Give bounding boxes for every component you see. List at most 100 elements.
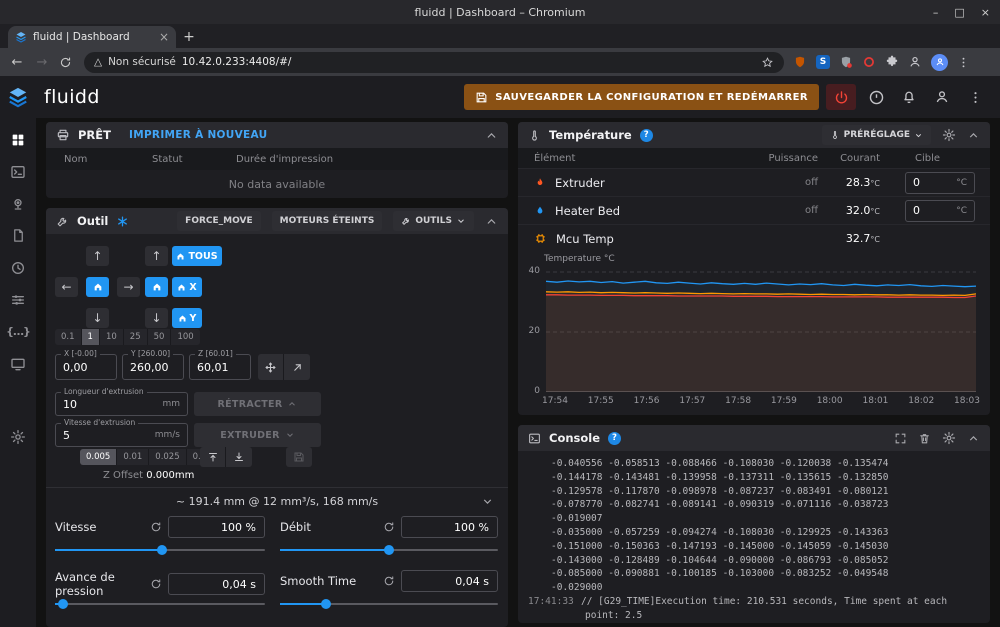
speed-slider[interactable]	[55, 549, 265, 551]
reset-icon[interactable]	[150, 521, 162, 533]
fluidd-logo[interactable]	[0, 86, 36, 108]
z-step-button[interactable]: 0.005	[80, 449, 117, 465]
gear-icon[interactable]	[942, 128, 956, 142]
position-x-input[interactable]: X [-0.00]0,00	[55, 354, 117, 380]
collapse-icon[interactable]	[967, 432, 980, 445]
jog-z-minus-button[interactable]: ↓	[145, 308, 168, 328]
fullscreen-icon[interactable]	[894, 432, 907, 445]
diagonal-move-icon[interactable]	[284, 354, 310, 380]
back-icon[interactable]: ←	[9, 55, 25, 70]
jog-distance-button[interactable]: 0.1	[55, 329, 82, 345]
extension-s-icon[interactable]: S	[816, 55, 830, 69]
address-bar[interactable]: △ Non sécurisé 10.42.0.233:4408/#/	[84, 52, 784, 73]
retract-button[interactable]: RÉTRACTER	[194, 392, 321, 416]
jog-y-minus-button[interactable]: ↓	[86, 308, 109, 328]
motors-off-button[interactable]: MOTEURS ÉTEINTS	[272, 211, 383, 231]
extrude-button[interactable]: EXTRUDER	[194, 423, 321, 447]
speed-value[interactable]: 100 %	[168, 516, 265, 538]
extrude-speed-input[interactable]: Vitesse d'extrusion 5 mm/s	[55, 423, 188, 447]
app-menu-icon[interactable]	[962, 84, 988, 110]
force-move-button[interactable]: FORCE_MOVE	[177, 211, 260, 231]
sidebar-item-tune[interactable]	[10, 291, 26, 308]
sidebar-item-camera[interactable]	[10, 195, 26, 212]
reset-icon[interactable]	[150, 578, 162, 590]
sidebar-item-system[interactable]	[10, 355, 26, 372]
jog-y-plus-button[interactable]: ↑	[86, 246, 109, 266]
console-output[interactable]: -0.040556 -0.058513 -0.088466 -0.108030 …	[518, 451, 990, 623]
position-y-input[interactable]: Y [260.00]260,00	[122, 354, 184, 380]
notifications-bell-icon[interactable]	[896, 84, 922, 110]
tools-dropdown-button[interactable]: OUTILS	[393, 211, 474, 231]
filament-estimate[interactable]: ~ 191.4 mm @ 12 mm³/s, 168 mm/s	[46, 488, 508, 514]
profile-icon[interactable]	[908, 55, 922, 69]
jog-distance-button[interactable]: 10	[100, 329, 124, 345]
host-power-icon[interactable]	[863, 84, 889, 110]
reset-icon[interactable]	[383, 521, 395, 533]
position-z-input[interactable]: Z [60.01]60,01	[189, 354, 251, 380]
z-step-button[interactable]: 0.025	[149, 449, 186, 465]
sidebar-item-settings[interactable]	[10, 428, 26, 445]
home-z-button[interactable]	[145, 277, 168, 297]
trash-icon[interactable]	[918, 432, 931, 445]
home-x-button[interactable]: X	[172, 277, 202, 297]
home-xy-button[interactable]	[86, 277, 109, 297]
slider-thumb[interactable]	[384, 545, 394, 555]
extrude-length-input[interactable]: Longueur d'extrusion 10 mm	[55, 392, 188, 416]
help-icon[interactable]: ?	[640, 129, 653, 142]
z-step-button[interactable]: 0.01	[117, 449, 149, 465]
slider-thumb[interactable]	[157, 545, 167, 555]
jog-distance-button[interactable]: 25	[124, 329, 148, 345]
home-y-button[interactable]: Y	[172, 308, 202, 328]
smooth-time-slider[interactable]	[280, 603, 498, 605]
sidebar-item-history[interactable]	[10, 259, 26, 276]
reprint-button[interactable]: IMPRIMER À NOUVEAU	[129, 129, 267, 141]
avatar[interactable]	[931, 54, 948, 71]
collapse-icon[interactable]	[485, 129, 498, 142]
forward-icon[interactable]: →	[34, 55, 50, 70]
save-config-restart-button[interactable]: SAUVEGARDER LA CONFIGURATION ET REDÉMARR…	[464, 84, 819, 110]
jog-x-plus-button[interactable]: →	[117, 277, 140, 297]
flow-value[interactable]: 100 %	[401, 516, 498, 538]
collapse-icon[interactable]	[967, 129, 980, 142]
user-icon[interactable]	[929, 84, 955, 110]
close-button[interactable]: ×	[981, 6, 990, 19]
extension-ublock-icon[interactable]	[793, 55, 807, 69]
sidebar-item-configure[interactable]: {…}	[6, 323, 30, 340]
extension-shield-icon[interactable]	[839, 55, 853, 69]
sidebar-item-jobs[interactable]	[11, 227, 26, 244]
z-offset-up-icon[interactable]	[200, 447, 226, 467]
pressure-advance-value[interactable]: 0,04 s	[168, 573, 265, 595]
browser-menu-icon[interactable]	[957, 56, 970, 69]
extensions-puzzle-icon[interactable]	[885, 55, 899, 69]
bed-target-input[interactable]: 0°C	[905, 200, 975, 222]
slider-thumb[interactable]	[321, 599, 331, 609]
sidebar-item-dashboard[interactable]	[10, 131, 26, 148]
pressure-advance-slider[interactable]	[55, 603, 265, 605]
new-tab-button[interactable]: +	[176, 26, 202, 48]
jog-distance-button[interactable]: 1	[82, 329, 100, 345]
z-offset-save-icon[interactable]	[286, 447, 312, 467]
slider-thumb[interactable]	[58, 599, 68, 609]
emergency-stop-button[interactable]	[826, 84, 856, 110]
minimize-button[interactable]: –	[933, 6, 939, 19]
sidebar-item-console[interactable]	[10, 163, 26, 180]
axis-move-icon[interactable]	[258, 354, 284, 380]
maximize-button[interactable]: □	[954, 6, 964, 19]
gear-icon[interactable]	[942, 431, 956, 445]
jog-x-minus-button[interactable]: ←	[55, 277, 78, 297]
home-all-button[interactable]: TOUS	[172, 246, 222, 266]
jog-distance-button[interactable]: 50	[148, 329, 172, 345]
preset-dropdown-button[interactable]: PRÉRÉGLAGE	[822, 125, 931, 145]
jog-distance-button[interactable]: 100	[171, 329, 199, 345]
flow-slider[interactable]	[280, 549, 498, 551]
z-offset-down-icon[interactable]	[226, 447, 252, 467]
smooth-time-value[interactable]: 0,04 s	[401, 570, 498, 592]
extruder-target-input[interactable]: 0°C	[905, 172, 975, 194]
reset-icon[interactable]	[383, 575, 395, 587]
browser-tab[interactable]: fluidd | Dashboard ×	[8, 26, 176, 48]
collapse-icon[interactable]	[485, 215, 498, 228]
bookmark-star-icon[interactable]	[761, 56, 774, 69]
tab-close-icon[interactable]: ×	[159, 30, 169, 44]
help-icon[interactable]: ?	[608, 432, 621, 445]
extension-record-icon[interactable]	[862, 55, 876, 69]
